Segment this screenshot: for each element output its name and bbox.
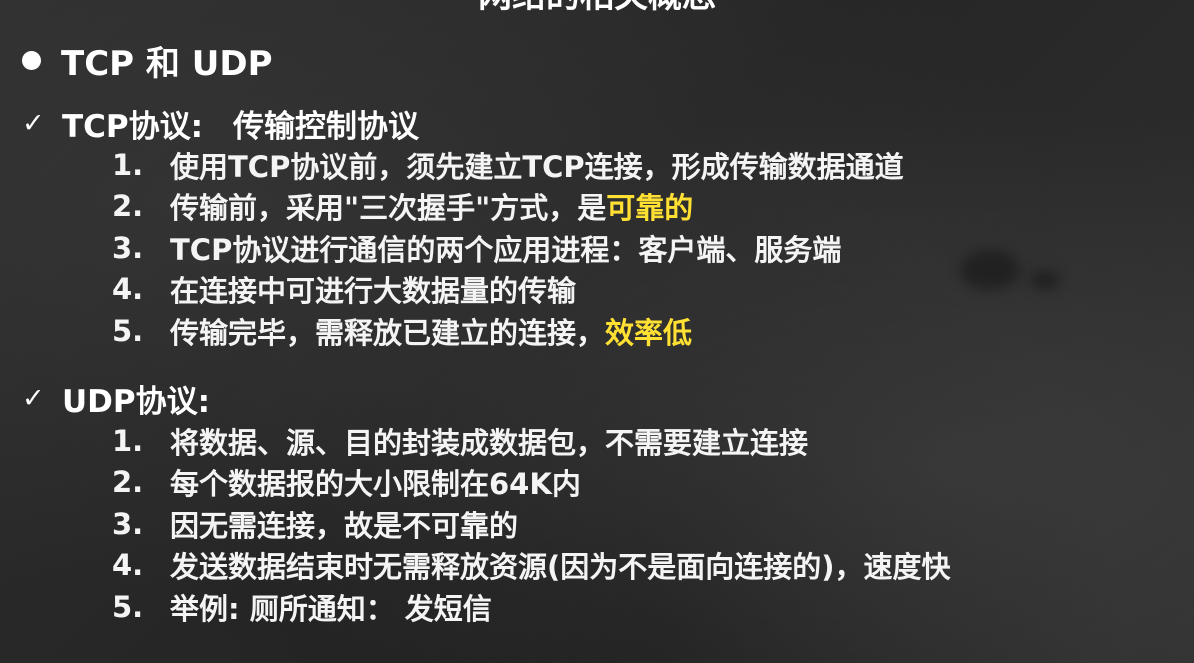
- item-text: 传输完毕，需释放已建立的连接，: [170, 315, 606, 350]
- list-item: 4. 发送数据结束时无需释放资源(因为不是面向连接的)，速度快: [112, 545, 951, 587]
- tcp-title-main: TCP协议:: [62, 108, 204, 145]
- item-number: 3.: [112, 506, 144, 541]
- item-text: 举例: 厕所通知： 发短信: [170, 591, 492, 626]
- tcp-section-title: ✓ TCP协议: 传输控制协议: [22, 103, 420, 145]
- tcp-list: 1. 使用TCP协议前，须先建立TCP连接，形成传输数据通道 2. 传输前，采用…: [112, 144, 904, 352]
- item-text: 因无需连接，故是不可靠的: [170, 508, 519, 543]
- slide-top-title: 网络的相关概念: [0, 0, 1194, 14]
- item-number: 1.: [112, 423, 144, 458]
- chalk-smudge: [960, 250, 1020, 290]
- highlight-text: 可靠的: [606, 191, 694, 226]
- item-text: 将数据、源、目的封装成数据包，不需要建立连接: [170, 425, 809, 460]
- item-text: 使用TCP协议前，须先建立TCP连接，形成传输数据通道: [170, 149, 904, 184]
- list-item: 2. 传输前，采用"三次握手"方式，是 可靠的: [112, 186, 904, 228]
- checkmark-icon: ✓: [22, 107, 45, 139]
- item-text: TCP协议进行通信的两个应用进程：客户端、服务端: [170, 232, 842, 267]
- checkmark-icon: ✓: [22, 382, 45, 414]
- chalk-smudge: [1030, 270, 1060, 290]
- list-item: 1. 使用TCP协议前，须先建立TCP连接，形成传输数据通道: [112, 144, 904, 186]
- item-text: 每个数据报的大小限制在64K内: [170, 467, 581, 502]
- item-text: 在连接中可进行大数据量的传输: [170, 274, 577, 309]
- item-number: 1.: [112, 147, 144, 182]
- udp-title-main: UDP协议:: [62, 383, 211, 420]
- highlight-text: 效率低: [605, 315, 693, 350]
- bullet-dot-icon: [22, 50, 41, 70]
- list-item: 1. 将数据、源、目的封装成数据包，不需要建立连接: [112, 420, 951, 462]
- item-number: 3.: [112, 230, 144, 265]
- list-item: 3. TCP协议进行通信的两个应用进程：客户端、服务端: [112, 227, 904, 269]
- udp-section-title: ✓ UDP协议:: [22, 378, 211, 420]
- list-item: 5. 举例: 厕所通知： 发短信: [112, 586, 951, 628]
- list-item: 5. 传输完毕，需释放已建立的连接， 效率低: [112, 310, 904, 352]
- slide-heading: TCP 和 UDP: [22, 38, 273, 84]
- item-number: 4.: [112, 272, 144, 307]
- tcp-title-sub: 传输控制协议: [233, 108, 420, 145]
- heading-text: TCP 和 UDP: [61, 43, 273, 84]
- list-item: 3. 因无需连接，故是不可靠的: [112, 503, 951, 545]
- item-number: 4.: [112, 548, 144, 583]
- udp-list: 1. 将数据、源、目的封装成数据包，不需要建立连接 2. 每个数据报的大小限制在…: [112, 420, 951, 628]
- list-item: 4. 在连接中可进行大数据量的传输: [112, 269, 904, 311]
- slide: 网络的相关概念 TCP 和 UDP ✓ TCP协议: 传输控制协议 1. 使用T…: [0, 0, 1194, 663]
- item-number: 2.: [112, 189, 144, 224]
- list-item: 2. 每个数据报的大小限制在64K内: [112, 462, 951, 504]
- item-number: 2.: [112, 465, 144, 500]
- item-number: 5.: [112, 313, 144, 348]
- item-text: 传输前，采用"三次握手"方式，是: [170, 191, 607, 226]
- item-number: 5.: [112, 589, 144, 624]
- item-text: 发送数据结束时无需释放资源(因为不是面向连接的)，速度快: [170, 550, 951, 585]
